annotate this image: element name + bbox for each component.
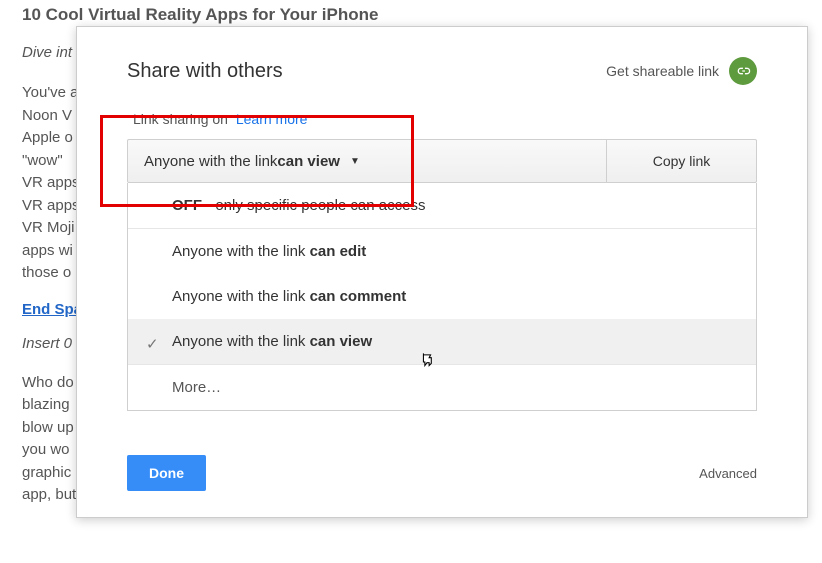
get-shareable-link-label: Get shareable link — [606, 63, 719, 79]
option-off-bold: OFF — [172, 197, 202, 214]
done-button[interactable]: Done — [127, 455, 206, 491]
checkmark-icon: ✓ — [146, 335, 159, 353]
chevron-down-icon: ▼ — [350, 156, 360, 167]
option-view-prefix: Anyone with the link — [172, 333, 310, 350]
dropdown-text-prefix: Anyone with the link — [144, 153, 277, 170]
permission-menu: OFF - only specific people can access An… — [127, 183, 757, 411]
article-link[interactable]: End Spa — [22, 299, 82, 322]
option-can-view[interactable]: ✓ Anyone with the link can view — [128, 319, 756, 364]
option-edit-prefix: Anyone with the link — [172, 243, 310, 260]
copy-link-button[interactable]: Copy link — [606, 140, 756, 182]
option-off-rest: - only specific people can access — [202, 197, 425, 214]
share-dialog: Share with others Get shareable link Lin… — [76, 26, 808, 518]
option-can-edit[interactable]: Anyone with the link can edit — [128, 229, 756, 274]
option-off[interactable]: OFF - only specific people can access — [128, 183, 756, 229]
option-view-bold: can view — [310, 333, 373, 350]
learn-more-link[interactable]: Learn more — [236, 111, 308, 127]
link-permission-dropdown[interactable]: Anyone with the link can view ▼ — [128, 140, 606, 182]
option-comment-prefix: Anyone with the link — [172, 288, 310, 305]
option-can-comment[interactable]: Anyone with the link can comment — [128, 274, 756, 319]
link-sharing-status: Link sharing on — [133, 111, 228, 127]
get-shareable-link-button[interactable]: Get shareable link — [606, 57, 757, 85]
link-icon — [729, 57, 757, 85]
dialog-title: Share with others — [127, 60, 283, 83]
option-more[interactable]: More… — [128, 364, 756, 410]
advanced-link[interactable]: Advanced — [699, 466, 757, 481]
dropdown-text-bold: can view — [277, 153, 340, 170]
option-edit-bold: can edit — [310, 243, 367, 260]
option-comment-bold: can comment — [310, 288, 407, 305]
article-title: 10 Cool Virtual Reality Apps for Your iP… — [22, 2, 800, 28]
